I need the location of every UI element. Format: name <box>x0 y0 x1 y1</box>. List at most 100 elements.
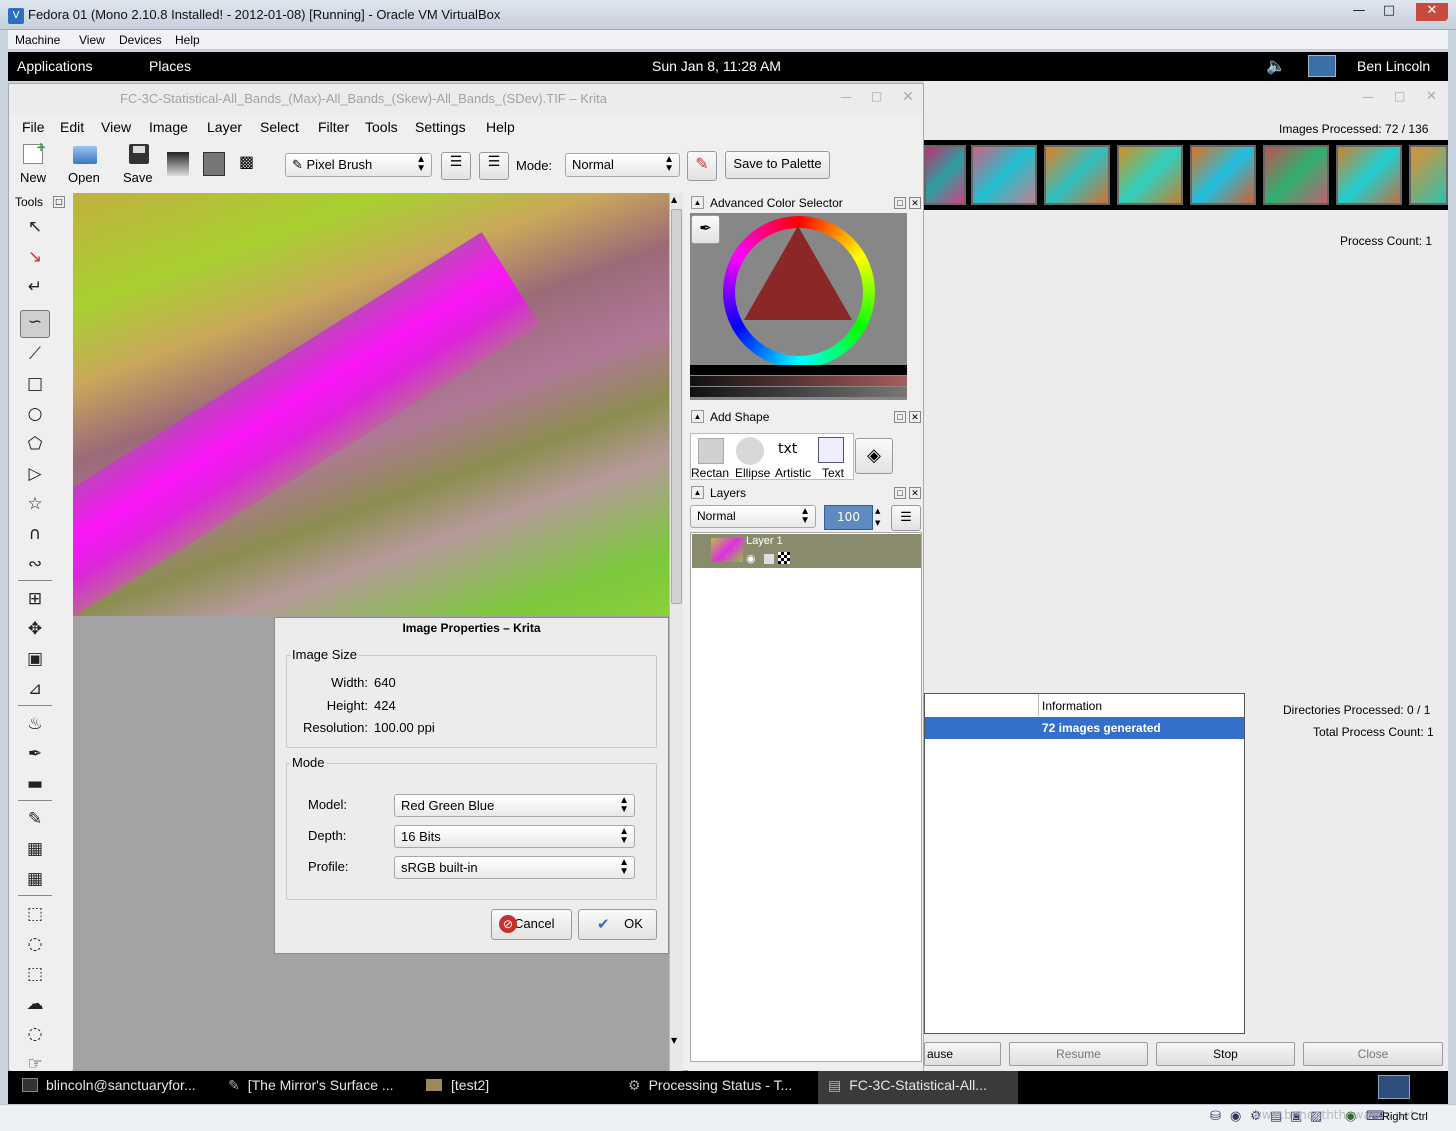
disk-icon[interactable]: ⛁ <box>1210 1109 1221 1124</box>
maximize-icon[interactable]: □ <box>1394 89 1405 103</box>
color-history-bar[interactable] <box>690 365 907 375</box>
perspective-icon[interactable]: ⊿ <box>24 678 46 700</box>
menu-devices[interactable]: Devices <box>119 33 162 47</box>
artistic-text-icon[interactable]: txt <box>778 441 797 457</box>
maximize-icon[interactable]: □ <box>1376 3 1402 21</box>
thumbnail[interactable] <box>1117 145 1183 205</box>
ellipse-select-icon[interactable]: ◌ <box>24 933 46 955</box>
brush-editor-button[interactable]: ☰ <box>479 152 509 180</box>
menu-view[interactable]: View <box>101 119 131 135</box>
taskbar-item-terminal[interactable]: blincoln@sanctuaryfor... <box>22 1077 196 1099</box>
color-shade-bar[interactable] <box>690 387 907 397</box>
cd-icon[interactable]: ◉ <box>1230 1109 1241 1124</box>
freehand-brush-icon[interactable]: ∽ <box>20 310 50 338</box>
ellipse-icon[interactable]: ○ <box>24 403 46 425</box>
star-icon[interactable]: ☆ <box>24 493 46 515</box>
shape-collection-icon[interactable]: ◈ <box>855 438 893 474</box>
open-folder-icon[interactable] <box>73 146 97 164</box>
grid-icon[interactable]: ▦ <box>24 868 46 890</box>
bezier-icon[interactable]: ∩ <box>24 523 46 545</box>
opacity-spinner-icon[interactable]: ▲ ▼ <box>875 505 880 529</box>
polygon-icon[interactable]: ⬠ <box>24 433 46 455</box>
brush-options-button[interactable]: ☰ <box>441 152 471 180</box>
minimize-icon[interactable]: — <box>1346 3 1372 21</box>
close-icon[interactable]: ✕ <box>909 487 921 499</box>
polygon-select-icon[interactable]: ⬚ <box>24 963 46 985</box>
info-column-header[interactable]: Information <box>1042 699 1102 713</box>
contiguous-select-icon[interactable]: ◌ <box>24 1023 46 1045</box>
float-icon[interactable]: □ <box>53 196 65 208</box>
pattern-icon[interactable] <box>203 152 225 176</box>
transform-icon[interactable]: ▣ <box>24 648 46 670</box>
canvas-vertical-scrollbar[interactable]: ▲ ▼ <box>669 193 683 1071</box>
minimize-icon[interactable]: — <box>1362 90 1374 104</box>
save-to-palette-button[interactable]: Save to Palette <box>725 151 830 179</box>
mouse-integration-icon[interactable]: ◉ <box>1345 1109 1356 1124</box>
taskbar-item-krita[interactable]: ▤ FC-3C-Statistical-All... <box>818 1071 1018 1104</box>
freehand-path-icon[interactable]: ∾ <box>24 553 46 575</box>
collapse-icon[interactable]: ▲ <box>691 410 704 423</box>
line-icon[interactable]: ⟋ <box>24 343 46 365</box>
saturation-triangle[interactable] <box>744 226 852 320</box>
maximize-icon[interactable]: □ <box>871 89 882 103</box>
fill-bucket-icon[interactable]: ♨ <box>24 713 46 735</box>
close-button[interactable]: Close <box>1303 1042 1443 1066</box>
open-button-label[interactable]: Open <box>68 170 100 185</box>
gradient-icon[interactable] <box>167 152 189 176</box>
cancel-button[interactable]: ⊘ Cancel <box>491 909 572 940</box>
color-shade-bar[interactable] <box>690 376 907 386</box>
save-disk-icon[interactable] <box>129 144 149 164</box>
rect-select-icon[interactable]: ⬚ <box>24 903 46 925</box>
eraser-icon[interactable]: ✎ <box>687 151 717 181</box>
ok-button[interactable]: ✔ OK <box>578 909 657 940</box>
model-select[interactable]: Red Green Blue ▲ ▼ <box>394 794 635 817</box>
menu-edit[interactable]: Edit <box>60 119 84 135</box>
stop-button[interactable]: Stop <box>1156 1042 1295 1066</box>
close-icon[interactable]: ✕ <box>1416 3 1448 21</box>
menu-layer[interactable]: Layer <box>207 119 242 135</box>
close-icon[interactable]: ✕ <box>909 197 921 209</box>
menu-image[interactable]: Image <box>149 119 188 135</box>
menu-filter[interactable]: Filter <box>318 119 349 135</box>
scroll-down-icon[interactable]: ▼ <box>671 1036 677 1045</box>
clock[interactable]: Sun Jan 8, 11:28 AM <box>652 58 781 74</box>
float-icon[interactable]: □ <box>894 197 906 209</box>
rectangle-icon[interactable]: □ <box>24 373 46 395</box>
close-icon[interactable]: ✕ <box>1426 89 1437 104</box>
menu-help[interactable]: Help <box>486 119 515 135</box>
network-icon[interactable] <box>1308 55 1336 77</box>
color-picker-icon[interactable]: ✒ <box>24 743 46 765</box>
text-shape-icon[interactable] <box>818 437 844 463</box>
brush-preset-select[interactable]: ✎ Pixel Brush ▲ ▼ <box>285 153 432 177</box>
thumbnail[interactable] <box>924 145 966 205</box>
alpha-lock-icon[interactable] <box>778 552 790 564</box>
collapse-icon[interactable]: ▲ <box>691 486 704 499</box>
outline-select-icon[interactable]: ☁ <box>24 993 46 1015</box>
polyline-icon[interactable]: ▷ <box>24 463 46 485</box>
menu-view[interactable]: View <box>79 33 105 47</box>
perspective-grid-icon[interactable]: ▦ <box>24 838 46 860</box>
new-document-icon[interactable]: + <box>23 140 46 164</box>
layer-blend-mode-select[interactable]: Normal ▲ ▼ <box>690 505 816 528</box>
scroll-up-icon[interactable]: ▲ <box>671 195 677 204</box>
close-icon[interactable]: ✕ <box>909 411 921 423</box>
taskbar-item-folder[interactable]: [test2] <box>426 1077 489 1099</box>
visibility-eye-icon[interactable]: ◉ <box>746 552 756 565</box>
pause-button[interactable]: ause <box>924 1042 1001 1066</box>
layer-opacity-input[interactable]: 100 <box>824 505 873 530</box>
new-button-label[interactable]: New <box>20 170 46 185</box>
layers-list[interactable] <box>690 532 922 1062</box>
color-selector[interactable]: ✒ <box>690 213 907 400</box>
thumbnail[interactable] <box>1190 145 1256 205</box>
places-menu[interactable]: Places <box>149 58 191 74</box>
profile-select[interactable]: sRGB built-in ▲ ▼ <box>394 856 635 879</box>
gradient-tool-icon[interactable]: ▬ <box>24 773 46 795</box>
menu-machine[interactable]: Machine <box>15 33 60 47</box>
directory-table[interactable]: Information 72 images generated <box>924 693 1245 1034</box>
float-icon[interactable]: □ <box>894 487 906 499</box>
menu-help[interactable]: Help <box>175 33 200 47</box>
workspace-switcher[interactable] <box>1378 1075 1410 1099</box>
eyedropper-icon[interactable]: ✒ <box>691 215 720 244</box>
user-menu[interactable]: Ben Lincoln <box>1357 58 1430 74</box>
minimize-icon[interactable]: — <box>840 90 852 104</box>
